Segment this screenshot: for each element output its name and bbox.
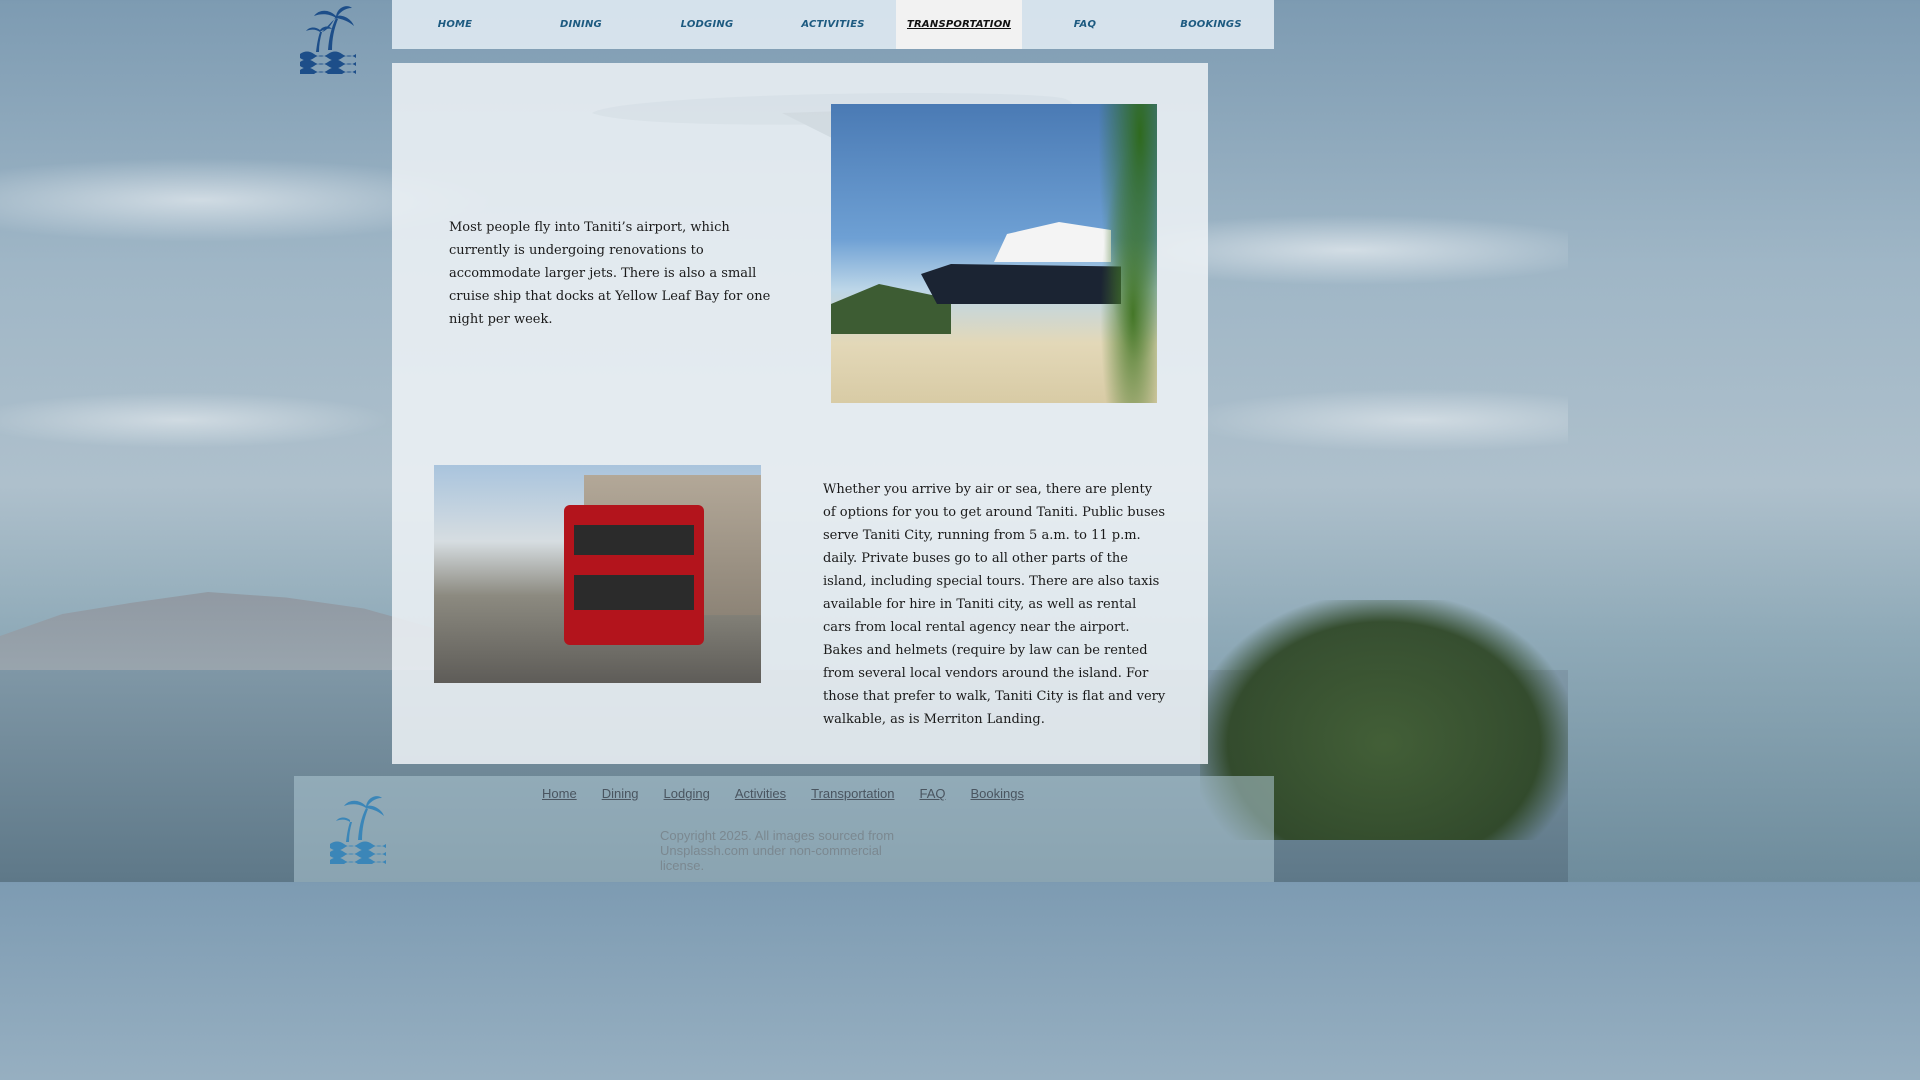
footer-link-dining[interactable]: Dining — [602, 786, 639, 801]
nav-item-home[interactable]: Home — [392, 0, 518, 49]
footer-link-activities[interactable]: Activities — [735, 786, 786, 801]
paragraph-arrival: Most people fly into Taniti’s airport, w… — [449, 220, 771, 327]
nav-item-lodging[interactable]: Lodging — [644, 0, 770, 49]
footer-link-bookings[interactable]: Bookings — [970, 786, 1023, 801]
bus-image — [434, 465, 761, 683]
nav-item-dining[interactable]: Dining — [518, 0, 644, 49]
cruise-ship-image — [831, 104, 1157, 403]
nav-item-activities[interactable]: Activities — [770, 0, 896, 49]
footer-links: Home Dining Lodging Activities Transport… — [542, 786, 1024, 801]
bus-lower-window-shape — [574, 575, 694, 610]
copyright-text: Copyright 2025. All images sourced from … — [660, 828, 895, 873]
nav-item-faq[interactable]: FAQ — [1022, 0, 1148, 49]
nav-item-bookings[interactable]: Bookings — [1148, 0, 1274, 49]
palm-foliage-shape — [1091, 104, 1157, 403]
nav-item-transportation[interactable]: Transportation — [896, 0, 1022, 49]
paragraph-getting-around: Whether you arrive by air or sea, there … — [823, 482, 1166, 727]
palm-tree-footer-icon — [330, 796, 386, 864]
content-panel: Most people fly into Taniti’s airport, w… — [392, 63, 1208, 764]
bus-upper-window-shape — [574, 525, 694, 555]
footer-link-transportation[interactable]: Transportation — [811, 786, 894, 801]
footer-link-faq[interactable]: FAQ — [919, 786, 945, 801]
palm-tree-logo-icon[interactable] — [298, 2, 358, 74]
main-nav: Home Dining Lodging Activities Transport… — [392, 0, 1274, 49]
footer-link-lodging[interactable]: Lodging — [664, 786, 710, 801]
footer-link-home[interactable]: Home — [542, 786, 577, 801]
footer: Home Dining Lodging Activities Transport… — [294, 776, 1274, 882]
